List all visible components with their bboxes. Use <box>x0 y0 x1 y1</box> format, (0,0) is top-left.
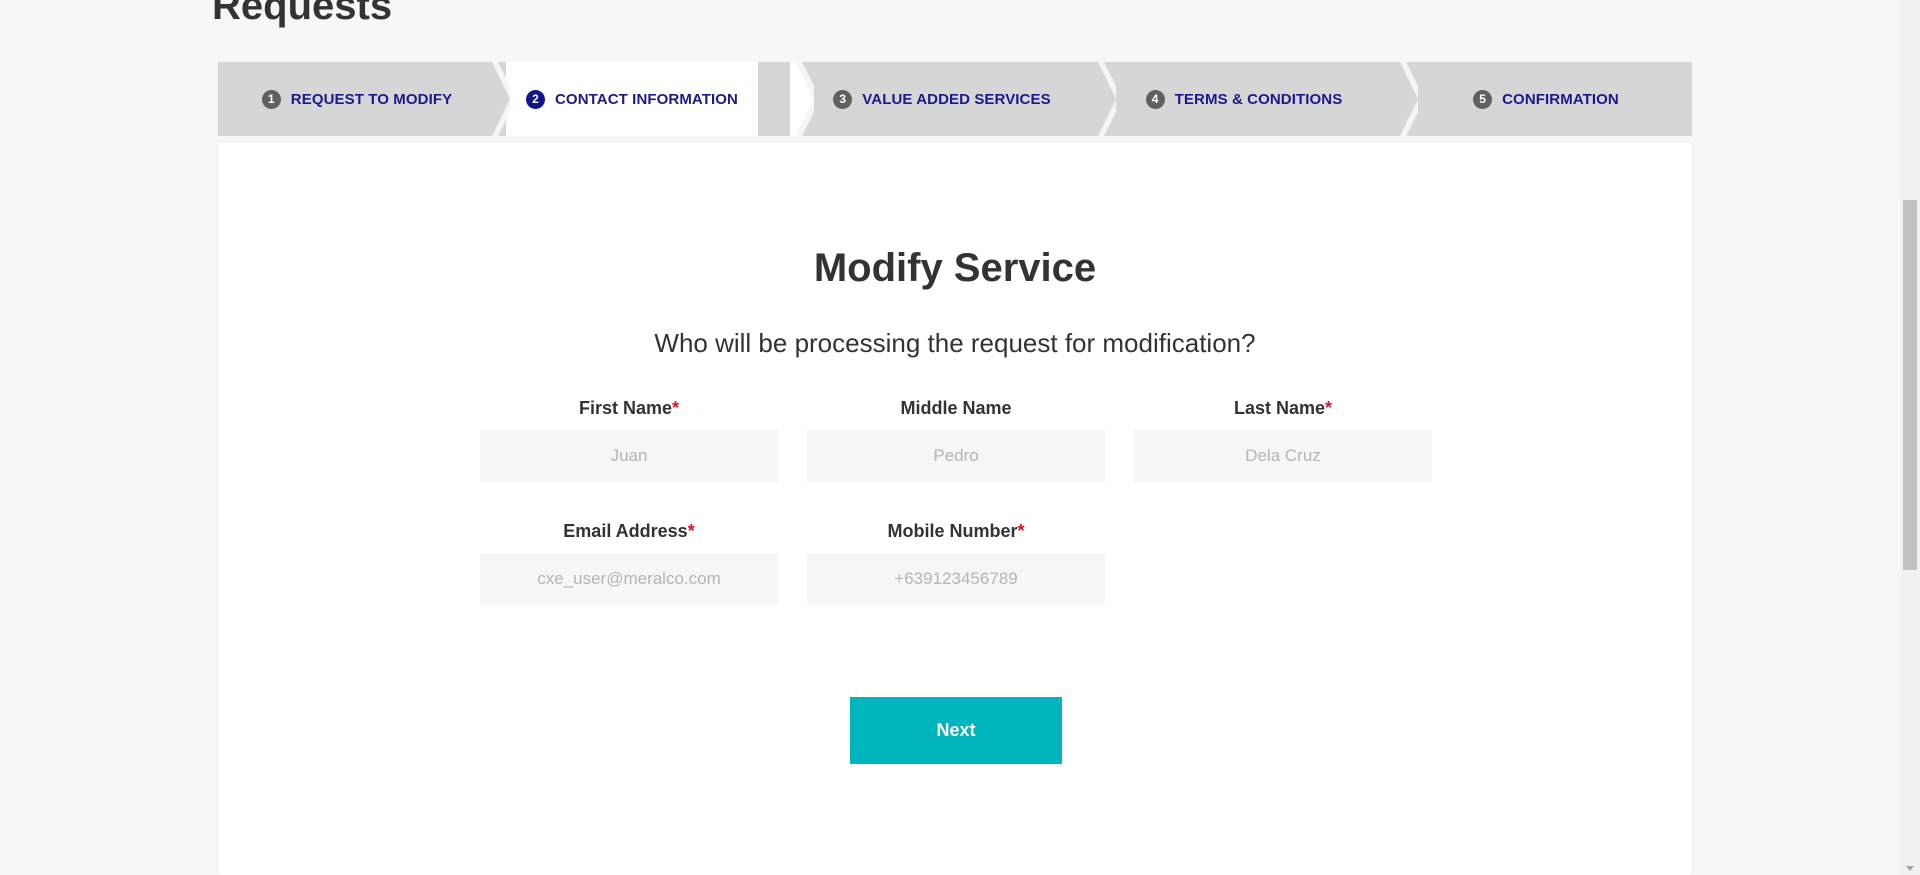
required-marker: * <box>672 398 680 418</box>
scroll-down-arrow-icon[interactable] <box>1906 866 1914 871</box>
step-terms-conditions[interactable]: 4 TERMS & CONDITIONS <box>1098 62 1390 136</box>
last-name-field-group: Last Name* <box>1134 396 1432 482</box>
middle-name-label: Middle Name <box>900 398 1012 418</box>
step-label: VALUE ADDED SERVICES <box>862 90 1051 108</box>
step-number-badge: 5 <box>1473 89 1493 109</box>
first-name-label: First Name* <box>578 398 680 418</box>
step-label: REQUEST TO MODIFY <box>290 90 453 108</box>
step-confirmation[interactable]: 5 CONFIRMATION <box>1400 62 1692 136</box>
mobile-number-label: Mobile Number* <box>887 521 1025 541</box>
step-contact-information[interactable]: 2 CONTACT INFORMATION <box>506 62 758 136</box>
step-separator-icon <box>486 62 510 136</box>
email-input[interactable] <box>480 553 778 605</box>
form-subtitle: Who will be processing the request for m… <box>654 328 1256 358</box>
vertical-scrollbar[interactable] <box>1900 0 1920 875</box>
last-name-label: Last Name* <box>1233 398 1333 418</box>
step-value-added-services[interactable]: 3 VALUE ADDED SERVICES <box>796 62 1088 136</box>
step-separator-icon <box>790 62 814 136</box>
step-label: CONTACT INFORMATION <box>555 90 738 108</box>
step-number-badge: 3 <box>833 89 853 109</box>
page-title: Requests <box>212 0 393 28</box>
step-label: TERMS & CONDITIONS <box>1174 90 1343 108</box>
scrollbar-thumb[interactable] <box>1903 200 1917 570</box>
email-label: Email Address* <box>563 521 695 541</box>
step-separator-icon <box>1092 62 1116 136</box>
first-name-input[interactable] <box>480 430 778 482</box>
next-button[interactable]: Next <box>850 697 1062 764</box>
form-title: Modify Service <box>813 246 1097 290</box>
step-separator-icon <box>1394 62 1418 136</box>
step-request-to-modify[interactable]: 1 REQUEST TO MODIFY <box>218 62 496 136</box>
first-name-field-group: First Name* <box>480 396 778 482</box>
required-marker: * <box>1017 521 1025 541</box>
step-number-badge: 2 <box>526 89 545 109</box>
middle-name-field-group: Middle Name <box>807 396 1105 482</box>
last-name-input[interactable] <box>1134 430 1432 482</box>
email-field-group: Email Address* <box>480 519 778 605</box>
step-number-badge: 1 <box>261 89 281 109</box>
middle-name-input[interactable] <box>807 430 1105 482</box>
mobile-number-input[interactable] <box>807 553 1105 605</box>
mobile-number-field-group: Mobile Number* <box>807 519 1105 605</box>
step-label: CONFIRMATION <box>1502 90 1619 108</box>
progress-stepper: 1 REQUEST TO MODIFY 2 CONTACT INFORMATIO… <box>218 62 1692 136</box>
step-number-badge: 4 <box>1145 89 1165 109</box>
required-marker: * <box>1325 398 1333 418</box>
required-marker: * <box>687 521 695 541</box>
